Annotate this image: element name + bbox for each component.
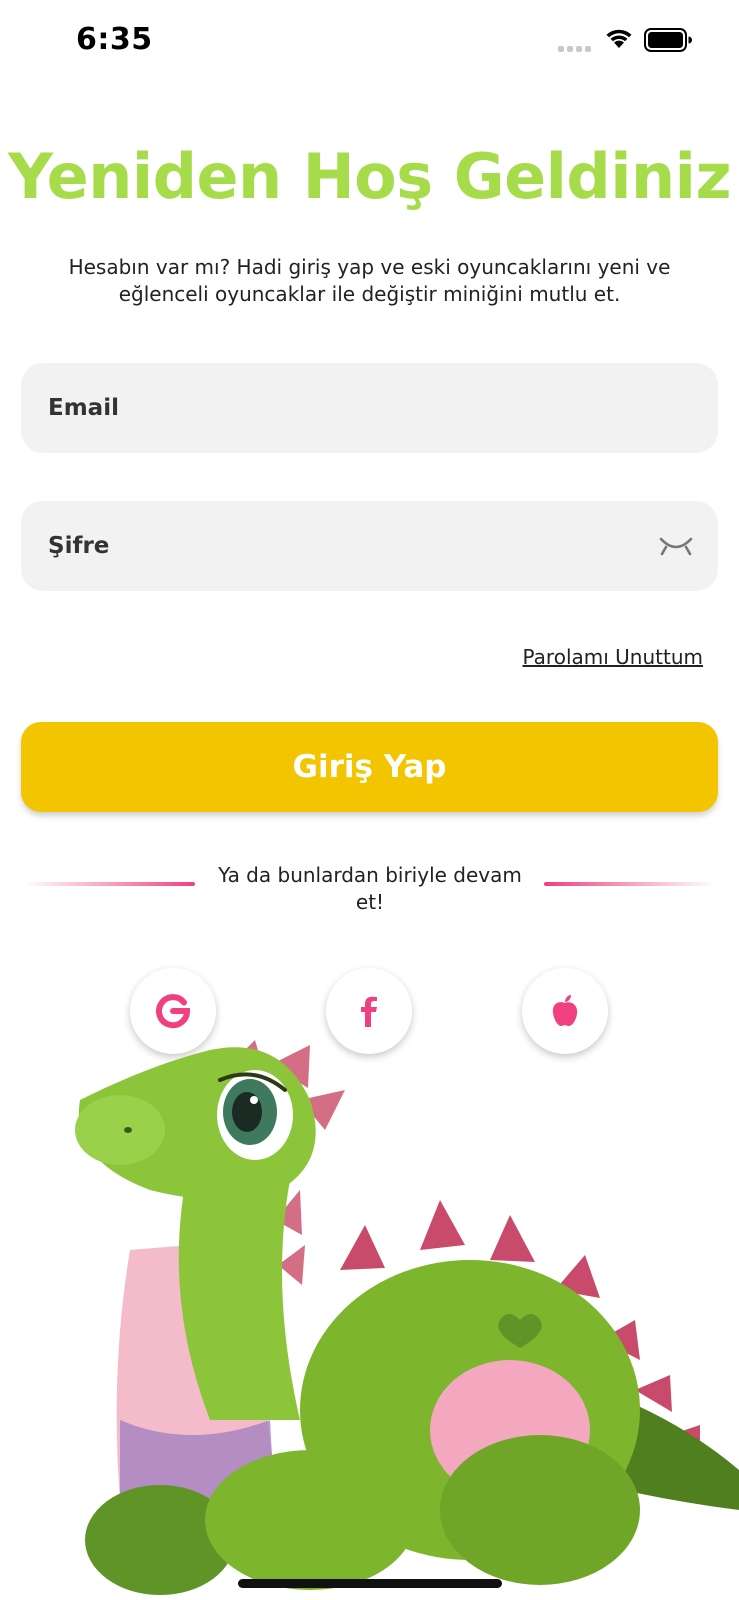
login-button[interactable]: Giriş Yap <box>21 722 718 812</box>
email-input[interactable] <box>48 363 648 453</box>
page-subtitle: Hesabın var mı? Hadi giriş yap ve eski o… <box>68 255 671 306</box>
dinosaur-illustration <box>75 1040 739 1595</box>
battery-icon <box>644 28 692 52</box>
page-title: Yeniden Hoş Geldiniz <box>7 140 732 213</box>
cellular-signal-icon <box>558 46 591 52</box>
divider-line-left <box>24 882 195 886</box>
eye-closed-icon[interactable] <box>658 531 694 561</box>
wifi-icon <box>606 29 632 48</box>
facebook-icon <box>361 996 377 1027</box>
email-field[interactable] <box>21 363 718 453</box>
social-divider: Ya da bunlardan biriyle devam et! <box>0 862 739 914</box>
home-indicator <box>238 1579 502 1588</box>
google-icon <box>156 994 191 1029</box>
divider-text: Ya da bunlardan biriyle devam et! <box>218 863 522 914</box>
status-time: 6:35 <box>76 22 153 57</box>
divider-line-right <box>544 882 715 886</box>
forgot-password-link[interactable]: Parolamı Unuttum <box>523 645 703 669</box>
password-input[interactable] <box>48 501 648 591</box>
apple-icon <box>552 995 578 1026</box>
status-bar: 6:35 <box>0 0 739 84</box>
password-field[interactable] <box>21 501 718 591</box>
